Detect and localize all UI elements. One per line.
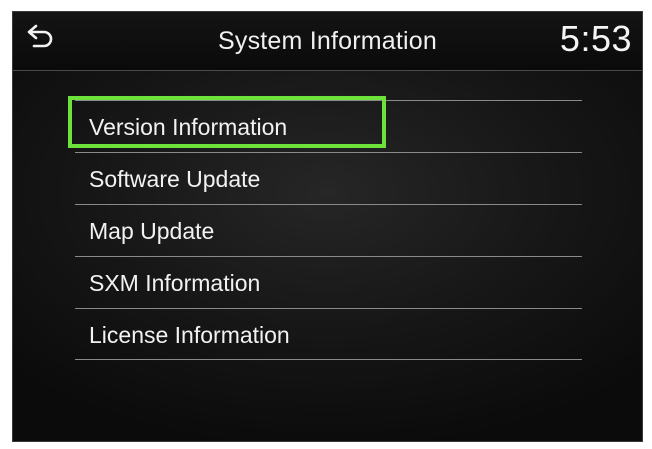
menu-item-label: Map Update — [89, 218, 215, 244]
clock: 5:53 — [559, 18, 632, 59]
menu-item-label: License Information — [89, 322, 290, 348]
menu-item-version-information[interactable]: Version Information — [68, 96, 582, 152]
menu-item-map-update[interactable]: Map Update — [75, 204, 582, 256]
header-bar: System Information 5:53 — [13, 12, 642, 71]
menu-item-sxm-information[interactable]: SXM Information — [75, 256, 582, 308]
menu-item-label: SXM Information — [89, 270, 261, 296]
page-title: System Information — [218, 27, 437, 55]
menu-item-label: Software Update — [89, 166, 261, 192]
menu-item-license-information[interactable]: License Information — [75, 308, 582, 360]
system-info-menu: Version Information Software Update Map … — [68, 96, 582, 360]
menu-item-software-update[interactable]: Software Update — [75, 152, 582, 204]
menu-item-label: Version Information — [89, 114, 288, 140]
system-information-screen: System Information 5:53 Version Informat… — [12, 11, 643, 442]
